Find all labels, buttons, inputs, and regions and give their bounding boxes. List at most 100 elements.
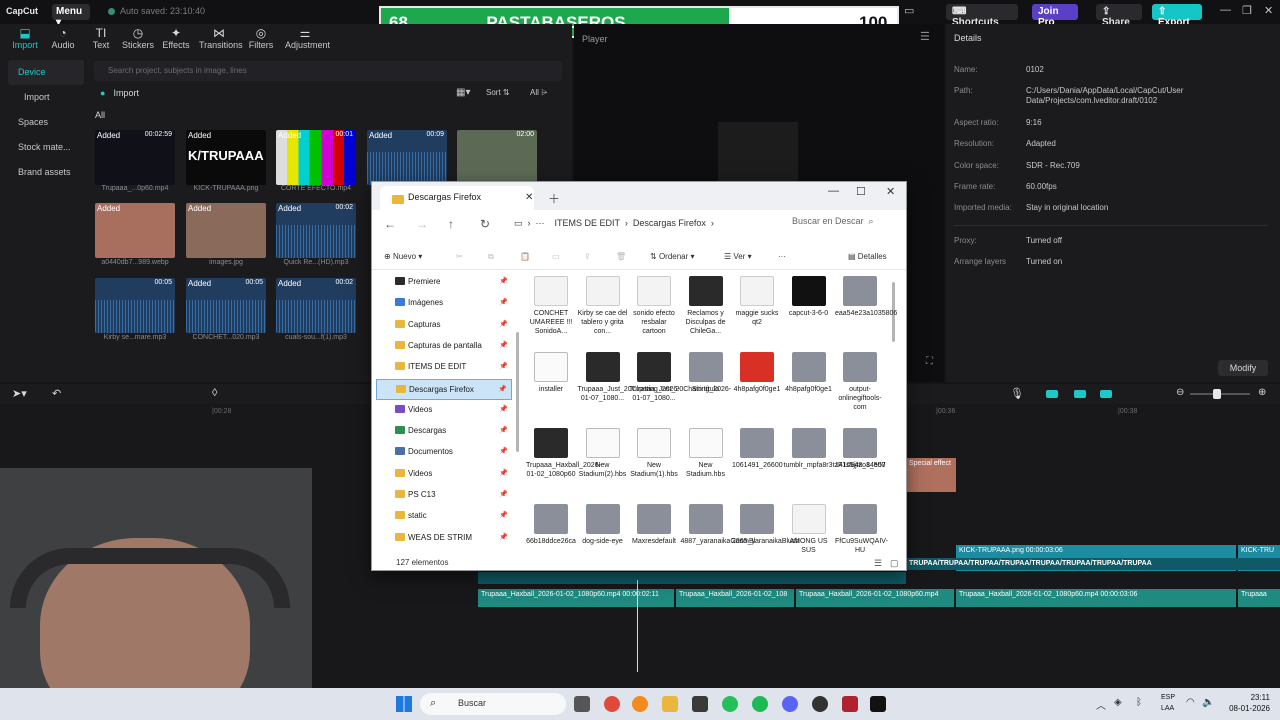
file-item[interactable]: FfCu9SuWQAIV-HU [835,504,888,554]
file-item[interactable]: 4h8pafg0f0ge1 [732,352,782,394]
nav-item[interactable]: Videos 📌 [376,400,512,421]
media-thumb[interactable]: 02:00 [457,130,537,185]
file-item[interactable]: 2065_yaranaikaBlush [732,504,799,546]
tab-close-icon[interactable]: ✕ [525,192,533,203]
tool-audio[interactable]: ◔ Audio [43,26,83,50]
more-options-icon[interactable]: ··· [778,252,786,261]
file-item[interactable]: New Stadium(1).hbs [629,428,679,479]
file-item[interactable]: sonido efecto resbalar cartoon [629,276,679,336]
cut-icon[interactable]: ✂ [456,252,463,261]
player-menu-icon[interactable]: ☰ [920,30,930,43]
microphone-icon[interactable]: 🎙 [1010,387,1024,400]
discord-icon[interactable] [782,696,798,712]
tool-effects[interactable]: ✦ Effects [156,26,196,50]
media-thumb[interactable]: Added 00:02 [276,203,356,258]
file-item[interactable]: installer [526,352,576,394]
pin-icon[interactable]: 📌 [498,385,507,393]
import-button[interactable]: Import [100,88,139,98]
clock[interactable]: 23:11 08-01-2026 [1220,692,1270,714]
pin-icon[interactable]: 📌 [499,341,508,349]
file-item[interactable]: 4887_yaranaikaGasmBl [681,504,755,546]
nav-item[interactable]: ITEMS DE EDIT 📌 [376,357,512,378]
join-pro-button[interactable]: Join Pro [1032,4,1078,28]
video-clip[interactable]: Trupaaa_Haxball_2026-01-02_1080p60.mp4 0… [478,589,674,607]
file-item[interactable]: 4h8pafg0f0ge1 [784,352,834,394]
modify-button[interactable]: Modify [1218,360,1268,376]
spotify-icon[interactable] [752,696,768,712]
menu-button[interactable]: Menu ▾ [52,4,90,28]
tile-view-icon[interactable]: ▢ [890,558,899,569]
new-tab-icon[interactable]: ＋ [548,190,560,207]
nav-item[interactable]: Descargas Firefox 📌 [376,378,512,400]
playhead[interactable] [637,580,638,672]
taskbar-search[interactable]: Buscar [420,693,566,715]
new-button[interactable]: ⊕ Nuevo ▾ [384,252,422,261]
list-view-icon[interactable]: ☰ [874,558,882,569]
refresh-icon[interactable]: ↻ [480,217,490,231]
video-clip[interactable]: Trupaaa_Haxball_2026-01-02_108 [676,589,794,607]
monitor-icon[interactable]: ▭ [514,218,523,228]
marker-icon[interactable]: ◊ [212,387,217,399]
media-search-input[interactable]: Search project, subjects in image, lines [94,61,562,81]
file-item[interactable]: Sin título [681,352,731,394]
sidebar-item-brand[interactable]: Brand assets [8,160,84,185]
nav-item[interactable]: PS C13 📌 [376,485,512,506]
copy-icon[interactable]: ⧉ [488,252,494,262]
valorant-icon[interactable] [842,696,858,712]
breadcrumb-item[interactable]: Descargas Firefox [633,218,706,228]
tray-chevron-icon[interactable]: ︿ [1096,697,1106,712]
snap-toggle-icon[interactable] [1100,390,1112,398]
video-clip[interactable]: Trupaaa [1238,589,1280,607]
file-item[interactable]: Reclamos y Disculpas de ChileGa... [681,276,731,336]
file-item[interactable]: CONCHET UMAREEE !!! SonidoA... [526,276,576,336]
media-thumb[interactable]: Added 00:02 [276,278,356,333]
explorer-maximize-icon[interactable]: ☐ [856,185,866,198]
network-icon[interactable]: ◈ [1114,697,1122,708]
media-thumb[interactable]: Added [95,203,175,258]
file-item[interactable]: Maxresdefault [629,504,679,546]
bluetooth-icon[interactable]: ᛒ [1136,697,1142,708]
windows-start-icon[interactable] [396,696,412,712]
sidebar-item-spaces[interactable]: Spaces [8,110,84,135]
tool-text[interactable]: TI Text [81,26,121,50]
nav-item[interactable]: static 📌 [376,506,512,527]
file-item[interactable]: Trupaaa_Just_20Chatting_2026-01-07_1080.… [629,352,731,403]
sidebar-item-stock[interactable]: Stock mate... [8,135,84,160]
pin-icon[interactable]: 📌 [499,405,508,413]
file-item[interactable]: AMONG US SUS [784,504,834,554]
whatsapp-icon[interactable] [722,696,738,712]
file-item[interactable]: 66b18ddce26ca [526,504,576,546]
tool-transitions[interactable]: ⋈ Transitions [199,26,243,50]
nav-item[interactable]: Imágenes 📌 [376,293,512,314]
media-thumb[interactable]: Added 00:09 [367,130,447,185]
language-indicator[interactable]: ESP LAA [1161,692,1175,714]
file-item[interactable]: capcut-3-6-0 [784,276,834,318]
tool-import[interactable]: ⬓ Import [5,26,45,50]
pin-icon[interactable]: 📌 [499,426,508,434]
audio-track-clip[interactable] [478,572,906,584]
magnet-toggle-icon[interactable] [1074,390,1086,398]
explorer-minimize-icon[interactable]: — [828,185,839,197]
pin-icon[interactable]: 📌 [499,533,508,541]
tool-adjustment[interactable]: ⚌ Adjustment [285,26,330,50]
obs-icon[interactable] [812,696,828,712]
file-item[interactable]: New Stadium.hbs [681,428,731,479]
breadcrumb-item[interactable]: ITEMS DE EDIT [555,218,620,228]
pin-icon[interactable]: 📌 [499,362,508,370]
nav-item[interactable]: Videos 📌 [376,464,512,485]
pin-icon[interactable]: 📌 [499,447,508,455]
media-thumb[interactable]: Added 00:01 [276,130,356,185]
sort-button[interactable]: ⇅ Ordenar ▾ [650,252,695,261]
explorer-search-input[interactable]: Buscar en Descar ⌕ [792,216,898,232]
wifi-icon[interactable]: ◠ [1186,697,1195,708]
watermark-clip[interactable]: TRUPAA/TRUPAA/TRUPAA/TRUPAA/TRUPAA/TRUPA… [906,558,1280,570]
media-thumb[interactable]: Added 00:05 [186,278,266,333]
explorer-tab[interactable]: Descargas Firefox ✕ [380,186,534,210]
undo-icon[interactable]: ↶ [52,387,61,400]
forward-icon[interactable]: → [416,217,428,231]
file-item[interactable]: maggie sucks qt2 [732,276,782,327]
share-icon[interactable]: ⇪ [584,252,591,261]
select-tool-icon[interactable]: ➤▾ [12,387,27,400]
pin-icon[interactable]: 📌 [499,490,508,498]
file-item[interactable]: eaa54e23a1035806 [835,276,897,318]
